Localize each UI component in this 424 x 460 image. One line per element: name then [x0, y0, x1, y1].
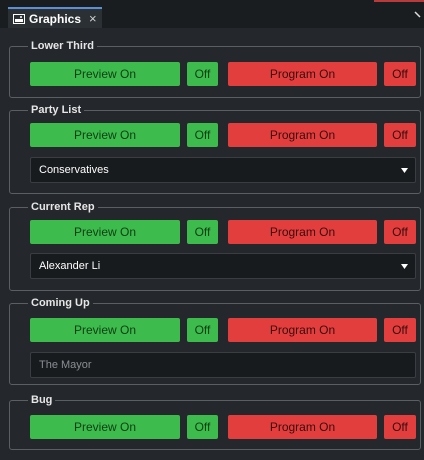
- party-select-value: Conservatives: [39, 164, 109, 176]
- preview-on-button[interactable]: Preview On: [30, 62, 180, 86]
- program-on-button[interactable]: Program On: [228, 62, 377, 86]
- tab-graphics[interactable]: Graphics ×: [8, 7, 102, 28]
- group-party-list: Party List Preview On Off Program On Off…: [9, 103, 421, 194]
- coming-up-input[interactable]: The Mayor: [30, 352, 416, 378]
- program-on-button[interactable]: Program On: [228, 220, 377, 244]
- rep-select-value: Alexander Li: [39, 260, 101, 272]
- image-icon: [13, 13, 25, 24]
- tab-bar: Graphics ×: [0, 0, 424, 28]
- tab-title: Graphics: [29, 11, 82, 26]
- graphics-window: Graphics × Lower Third Preview On Off Pr…: [0, 0, 424, 460]
- coming-up-input-value: The Mayor: [39, 359, 92, 371]
- preview-off-button[interactable]: Off: [187, 415, 218, 439]
- caret-down-icon: [401, 168, 408, 173]
- program-off-button[interactable]: Off: [384, 220, 416, 244]
- program-on-button[interactable]: Program On: [228, 123, 377, 147]
- preview-on-button[interactable]: Preview On: [30, 220, 180, 244]
- preview-on-button[interactable]: Preview On: [30, 123, 180, 147]
- preview-on-button[interactable]: Preview On: [30, 415, 180, 439]
- group-bug: Bug Preview On Off Program On Off: [9, 393, 421, 450]
- chevron-down-icon[interactable]: [414, 9, 424, 21]
- accent-strip: [374, 0, 424, 2]
- program-off-button[interactable]: Off: [384, 62, 416, 86]
- program-on-button[interactable]: Program On: [228, 415, 377, 439]
- program-on-button[interactable]: Program On: [228, 318, 377, 342]
- program-off-button[interactable]: Off: [384, 318, 416, 342]
- group-title: Party List: [28, 103, 85, 117]
- group-title: Current Rep: [28, 200, 98, 214]
- program-off-button[interactable]: Off: [384, 123, 416, 147]
- program-off-button[interactable]: Off: [384, 415, 416, 439]
- preview-off-button[interactable]: Off: [187, 220, 218, 244]
- close-icon[interactable]: ×: [89, 11, 97, 26]
- preview-off-button[interactable]: Off: [187, 318, 218, 342]
- preview-off-button[interactable]: Off: [187, 123, 218, 147]
- group-title: Coming Up: [28, 296, 93, 310]
- group-coming-up: Coming Up Preview On Off Program On Off …: [9, 296, 421, 385]
- preview-on-button[interactable]: Preview On: [30, 318, 180, 342]
- caret-down-icon: [401, 264, 408, 269]
- group-title: Lower Third: [28, 39, 97, 53]
- rep-select[interactable]: Alexander Li: [30, 253, 416, 279]
- party-select[interactable]: Conservatives: [30, 157, 416, 183]
- group-current-rep: Current Rep Preview On Off Program On Of…: [9, 200, 421, 291]
- group-title: Bug: [28, 393, 56, 407]
- preview-off-button[interactable]: Off: [187, 62, 218, 86]
- group-lower-third: Lower Third Preview On Off Program On Of…: [9, 39, 421, 98]
- graphics-panel: Lower Third Preview On Off Program On Of…: [0, 28, 424, 460]
